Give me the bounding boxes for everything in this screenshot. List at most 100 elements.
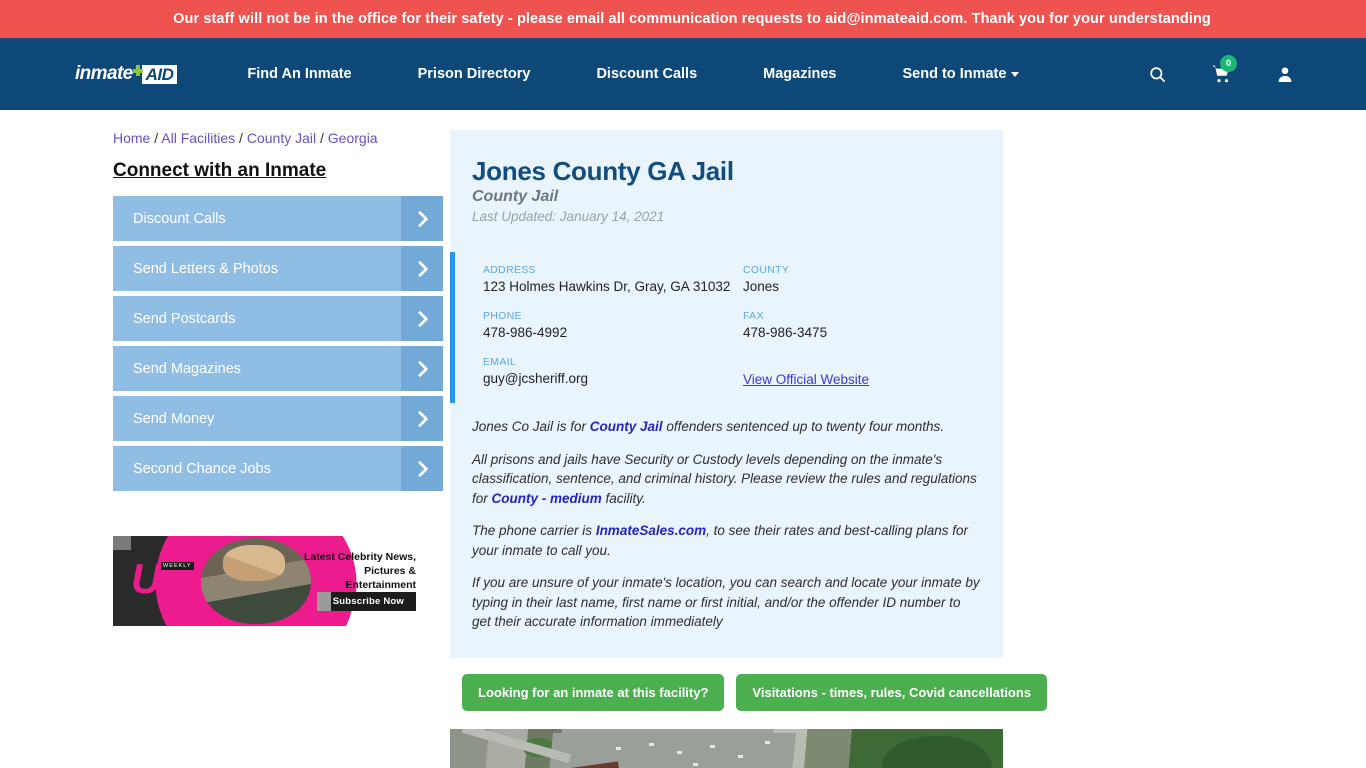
facility-type-label: County Jail	[472, 188, 559, 205]
desc-link-county-medium[interactable]: County - medium	[492, 491, 602, 506]
breadcrumb-item-county-jail[interactable]: County Jail	[247, 130, 316, 146]
user-account-icon[interactable]	[1276, 65, 1294, 84]
sidebar-item-second-chance-jobs[interactable]: Second Chance Jobs	[113, 446, 443, 491]
nav-link-find-an-inmate[interactable]: Find An Inmate	[247, 66, 351, 82]
desc-link-county-jail[interactable]: County Jail	[590, 419, 663, 434]
ad-corner-marker	[113, 536, 131, 550]
info-item-address: ADDRESS 123 Holmes Hawkins Dr, Gray, GA …	[483, 264, 743, 294]
nav-icon-group: 0	[1148, 55, 1294, 84]
sidebar-item-send-postcards[interactable]: Send Postcards	[113, 296, 443, 341]
breadcrumb-item-home[interactable]: Home	[113, 130, 150, 146]
chevron-right-icon	[401, 346, 443, 391]
ad-photo-image	[201, 538, 311, 624]
green-cross-icon	[132, 65, 143, 83]
description-paragraph-3: The phone carrier is InmateSales.com, to…	[472, 521, 981, 560]
nav-link-send-to-inmate[interactable]: Send to Inmate	[903, 66, 1020, 82]
sidebar-item-label: Send Money	[133, 410, 215, 427]
page-title: Jones County GA Jail	[472, 156, 734, 186]
satellite-vehicle	[615, 746, 621, 750]
cart-count-badge: 0	[1220, 55, 1237, 72]
site-alert-banner: Our staff will not be in the office for …	[0, 0, 1366, 38]
desc-p1-text-a: Jones Co Jail is for	[472, 419, 590, 434]
chevron-right-icon	[401, 196, 443, 241]
ad-headline: Latest Celebrity News, Pictures & Entert…	[303, 551, 416, 591]
facility-info-block: ADDRESS 123 Holmes Hawkins Dr, Gray, GA …	[450, 252, 1003, 403]
ad-subscribe-button[interactable]: Subscribe Now	[316, 592, 416, 611]
shopping-cart-icon[interactable]: 0	[1211, 55, 1237, 84]
search-icon[interactable]	[1148, 65, 1167, 84]
satellite-vehicle	[765, 740, 771, 744]
breadcrumb-separator: /	[150, 130, 162, 146]
satellite-vehicle	[737, 754, 743, 758]
satellite-vehicle	[709, 744, 715, 748]
nav-link-send-to-inmate-label: Send to Inmate	[902, 66, 1007, 82]
main-content: Jones County GA Jail County Jail Last Up…	[450, 130, 1048, 768]
info-column-left: ADDRESS 123 Holmes Hawkins Dr, Gray, GA …	[483, 264, 743, 389]
info-label-website-spacer	[743, 356, 1003, 368]
satellite-parking-lot	[546, 732, 796, 768]
sidebar-item-label: Send Letters & Photos	[133, 260, 279, 277]
alert-banner-text: Our staff will not be in the office for …	[173, 11, 1211, 27]
description-paragraph-2: All prisons and jails have Security or C…	[472, 450, 981, 509]
info-item-website: View Official Website	[743, 356, 1003, 389]
nav-link-magazines[interactable]: Magazines	[763, 66, 836, 82]
desc-p2-text-b: facility.	[601, 490, 646, 506]
info-label-phone: PHONE	[483, 310, 522, 322]
satellite-vehicle	[649, 742, 655, 746]
logo-text-aid: AID	[141, 64, 178, 84]
breadcrumb-separator: /	[235, 130, 247, 146]
left-sidebar: Home / All Facilities / County Jail / Ge…	[113, 130, 443, 768]
description-paragraph-4: If you are unsure of your inmate's locat…	[472, 575, 980, 629]
info-value-fax: 478-986-3475	[743, 325, 828, 340]
info-label-fax: FAX	[743, 310, 764, 322]
sidebar-item-discount-calls[interactable]: Discount Calls	[113, 196, 443, 241]
last-updated-text: Last Updated: January 14, 2021	[472, 209, 665, 224]
info-value-email: guy@jcsheriff.org	[483, 371, 589, 386]
sidebar-item-label: Discount Calls	[133, 210, 226, 227]
nav-link-discount-calls[interactable]: Discount Calls	[596, 66, 697, 82]
logo-text-inmate: inmate	[75, 63, 133, 84]
breadcrumb: Home / All Facilities / County Jail / Ge…	[113, 130, 443, 146]
facility-satellite-image	[450, 728, 1003, 768]
sidebar-advertisement[interactable]: Us WEEKLY Latest Celebrity News, Picture…	[113, 536, 423, 626]
desc-link-inmatesales[interactable]: InmateSales.com	[596, 523, 706, 538]
sidebar-item-send-money[interactable]: Send Money	[113, 396, 443, 441]
breadcrumb-item-georgia[interactable]: Georgia	[328, 130, 378, 146]
facility-cta-row: Looking for an inmate at this facility? …	[450, 658, 1048, 711]
sidebar-heading: Connect with an Inmate	[113, 160, 327, 181]
desc-p1-text-b: offenders sentenced up to twenty four mo…	[662, 419, 944, 434]
sidebar-item-label: Send Postcards	[133, 310, 236, 327]
facility-description: Jones Co Jail is for County Jail offende…	[450, 403, 1003, 658]
sidebar-item-send-magazines[interactable]: Send Magazines	[113, 346, 443, 391]
site-logo[interactable]: inmate AID	[75, 62, 178, 86]
breadcrumb-item-all-facilities[interactable]: All Facilities	[161, 130, 235, 146]
chevron-right-icon	[401, 396, 443, 441]
info-label-county: COUNTY	[743, 264, 790, 276]
ad-brand-sublabel: WEEKLY	[161, 562, 194, 570]
main-navigation-bar: inmate AID Find An Inmate Prison Directo…	[0, 38, 1366, 110]
nav-link-prison-directory[interactable]: Prison Directory	[418, 66, 531, 82]
info-label-address: ADDRESS	[483, 264, 536, 276]
chevron-right-icon	[401, 446, 443, 491]
sidebar-item-label: Send Magazines	[133, 360, 242, 377]
info-item-email: EMAIL guy@jcsheriff.org	[483, 356, 743, 386]
info-item-phone: PHONE 478-986-4992	[483, 310, 743, 340]
info-label-email: EMAIL	[483, 356, 517, 368]
page-body: Home / All Facilities / County Jail / Ge…	[0, 110, 1366, 768]
looking-for-inmate-button[interactable]: Looking for an inmate at this facility?	[462, 673, 725, 711]
breadcrumb-separator: /	[316, 130, 328, 146]
nav-links-list: Find An Inmate Prison Directory Discount…	[247, 66, 1020, 82]
official-website-link[interactable]: View Official Website	[743, 372, 869, 387]
info-column-right: COUNTY Jones FAX 478-986-3475 View Offic…	[743, 264, 1003, 389]
satellite-vehicle	[693, 762, 699, 766]
desc-p3-text-a: The phone carrier is	[472, 523, 596, 538]
facility-detail-card: Jones County GA Jail County Jail Last Up…	[450, 130, 1003, 658]
info-value-address: 123 Holmes Hawkins Dr, Gray, GA 31032	[483, 279, 731, 294]
info-value-county: Jones	[743, 279, 780, 294]
satellite-vehicle	[676, 750, 682, 754]
sidebar-item-send-letters-photos[interactable]: Send Letters & Photos	[113, 246, 443, 291]
sidebar-item-label: Second Chance Jobs	[133, 460, 271, 477]
description-paragraph-1: Jones Co Jail is for County Jail offende…	[472, 417, 981, 437]
visitations-button[interactable]: Visitations - times, rules, Covid cancel…	[736, 673, 1048, 711]
info-value-phone: 478-986-4992	[483, 325, 568, 340]
